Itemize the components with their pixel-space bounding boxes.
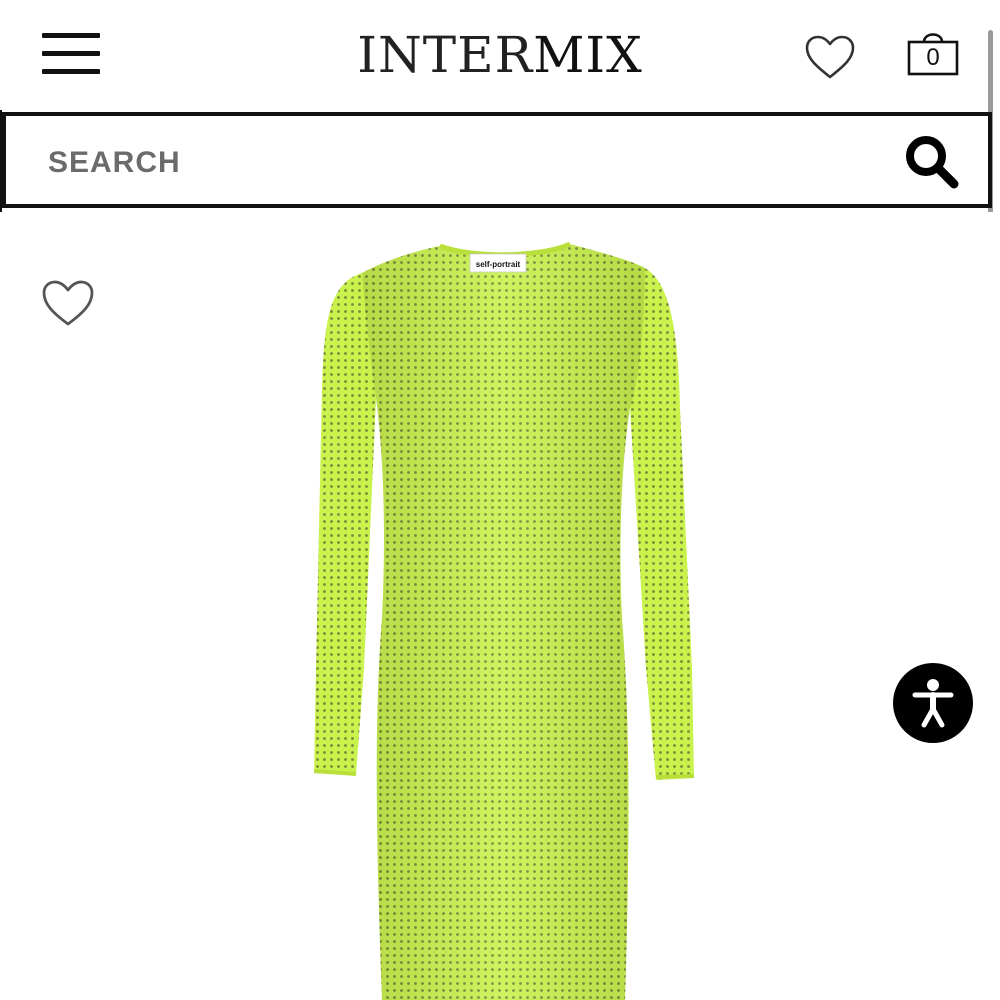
brand-label: self-portrait xyxy=(469,253,527,273)
shopping-bag-icon[interactable]: 0 xyxy=(906,30,960,76)
product-image-dress[interactable]: self-portrait xyxy=(300,238,710,1000)
heart-outline-icon[interactable] xyxy=(40,278,96,328)
search-input[interactable] xyxy=(46,138,870,188)
search-icon[interactable] xyxy=(902,132,960,190)
site-logo[interactable]: INTER MIX xyxy=(357,20,643,90)
logo-text-mix: MIX xyxy=(533,26,643,84)
logo-text-inter: INTER xyxy=(357,26,534,84)
accessibility-button[interactable] xyxy=(893,663,973,743)
search-bar xyxy=(2,112,992,208)
hamburger-menu-icon[interactable] xyxy=(42,33,100,77)
heart-icon[interactable] xyxy=(804,34,856,80)
dress-shape xyxy=(313,241,695,1000)
accessibility-person-icon xyxy=(912,679,954,728)
brand-label-text: self-portrait xyxy=(476,260,521,269)
cart-count: 0 xyxy=(926,44,940,71)
site-header: INTER MIX 0 xyxy=(0,0,1000,110)
